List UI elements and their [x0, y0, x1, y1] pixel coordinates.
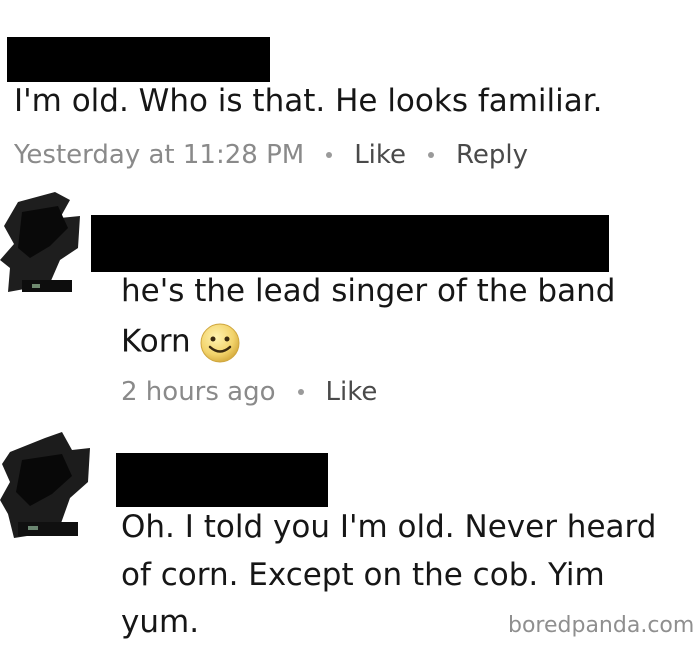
avatar-3-redacted[interactable]	[0, 430, 100, 540]
comment-3-text-line-3: yum.	[121, 604, 200, 640]
comment-1-reply-link[interactable]: Reply	[456, 142, 528, 168]
separator-dot	[297, 389, 304, 395]
avatar-2-redacted[interactable]	[0, 188, 100, 298]
comment-1-meta: Yesterday at 11:28 PM Like Reply	[14, 142, 528, 168]
comment-1-like-link[interactable]: Like	[354, 142, 406, 168]
redacted-name-3	[116, 453, 328, 507]
comment-2-timestamp: 2 hours ago	[121, 377, 276, 407]
comment-2-text-line-2-row: Korn	[121, 322, 241, 364]
separator-dot	[428, 152, 435, 158]
boredpanda-watermark: boredpanda.com	[508, 613, 695, 638]
comment-2-text-line-2: Korn	[121, 323, 191, 360]
smiley-face-icon	[200, 323, 240, 363]
comment-1-text: I'm old. Who is that. He looks familiar.	[14, 83, 603, 119]
comment-1-timestamp: Yesterday at 11:28 PM	[14, 140, 305, 170]
comment-3-text-line-2: of corn. Except on the cob. Yim	[121, 557, 605, 593]
separator-dot	[326, 152, 333, 158]
comment-2-meta: 2 hours ago Like	[121, 379, 377, 405]
comment-2-text-line-1: he's the lead singer of the band	[121, 273, 616, 309]
comment-3-text-line-1: Oh. I told you I'm old. Never heard	[121, 509, 657, 545]
redacted-name-1	[7, 37, 270, 82]
comment-2-like-link[interactable]: Like	[326, 379, 378, 405]
redacted-name-2	[91, 215, 609, 272]
